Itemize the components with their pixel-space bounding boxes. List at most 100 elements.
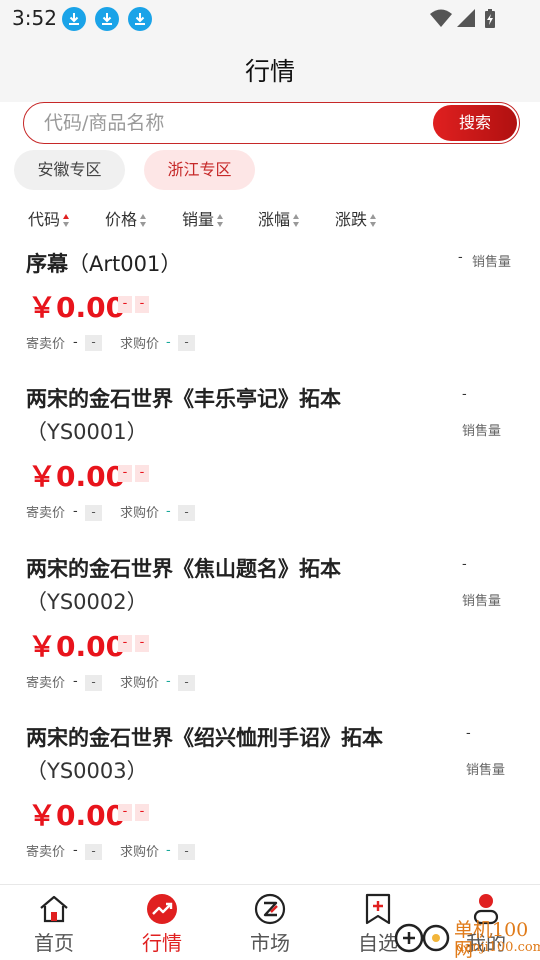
sell-price-value: - bbox=[73, 843, 78, 858]
buy-price-label: 求购价 bbox=[120, 337, 160, 352]
item-code: （YS0002） bbox=[26, 590, 148, 614]
buy-price-label: 求购价 bbox=[120, 506, 160, 521]
sort-by-change[interactable]: 涨跌 bbox=[335, 206, 377, 230]
sell-price-value: - bbox=[73, 335, 78, 350]
change-chip: - bbox=[118, 465, 132, 482]
sort-arrows-icon bbox=[63, 214, 70, 227]
item-volume: - bbox=[466, 726, 471, 741]
sort-by-price[interactable]: 价格 bbox=[105, 206, 147, 230]
sell-price-value: - bbox=[73, 674, 78, 689]
sell-price-label: 寄卖价 bbox=[26, 337, 66, 352]
item-volume: - bbox=[462, 387, 467, 402]
status-bar: 3:52 bbox=[0, 0, 540, 38]
buy-price-value: - bbox=[166, 843, 171, 858]
search-button[interactable]: 搜索 bbox=[433, 105, 517, 141]
item-name: 两宋的金石世界《焦山题名》拓本 bbox=[26, 557, 341, 581]
item-volume-label: 销售量 bbox=[462, 594, 502, 609]
status-time: 3:52 bbox=[12, 6, 57, 30]
item-price: ￥0.00 bbox=[28, 630, 126, 663]
sort-label: 涨跌 bbox=[335, 210, 368, 229]
item-code: （YS0001） bbox=[26, 420, 148, 444]
change-chip: - bbox=[118, 804, 132, 821]
nav-label: 行情 bbox=[142, 931, 182, 955]
change-chip: - bbox=[118, 296, 132, 313]
buy-price-label: 求购价 bbox=[120, 676, 160, 691]
sort-label: 销量 bbox=[182, 210, 215, 229]
item-volume: - bbox=[458, 250, 463, 265]
sort-label: 价格 bbox=[105, 210, 138, 229]
nav-home[interactable]: 首页 bbox=[0, 885, 108, 960]
item-code: （YS0003） bbox=[26, 759, 148, 783]
buy-price-label: 求购价 bbox=[120, 845, 160, 860]
item-name: 两宋的金石世界《丰乐亭记》拓本 bbox=[26, 387, 341, 411]
sort-arrows-icon bbox=[217, 214, 224, 227]
item-volume-label: 销售量 bbox=[462, 424, 502, 439]
buy-price-box: - bbox=[178, 844, 195, 860]
bookmark-icon bbox=[365, 893, 391, 925]
sell-price-box: - bbox=[85, 505, 102, 521]
watermark-url: danji100.com bbox=[456, 940, 540, 955]
download-notification-icon bbox=[128, 7, 152, 31]
buy-price-value: - bbox=[166, 674, 171, 689]
market-icon bbox=[254, 893, 286, 925]
trend-icon bbox=[147, 894, 177, 924]
sell-price-label: 寄卖价 bbox=[26, 676, 66, 691]
item-price: ￥0.00 bbox=[28, 799, 126, 832]
wifi-icon bbox=[430, 9, 452, 27]
item-volume-label: 销售量 bbox=[472, 255, 512, 270]
item-price: ￥0.00 bbox=[28, 291, 126, 324]
download-notification-icon bbox=[95, 7, 119, 31]
search-bar: 搜索 bbox=[23, 102, 520, 144]
page-title: 行情 bbox=[244, 57, 295, 86]
sell-price-box: - bbox=[85, 844, 102, 860]
app-header: 行情 bbox=[0, 38, 540, 102]
watermark-logo-icon bbox=[394, 923, 450, 953]
item-name: 序幕（Art001） bbox=[26, 252, 182, 276]
sort-label: 代码 bbox=[28, 210, 61, 229]
buy-price-value: - bbox=[166, 504, 171, 519]
change-pct-chip: - bbox=[135, 296, 149, 313]
sort-label: 涨幅 bbox=[258, 210, 291, 229]
change-chip: - bbox=[118, 635, 132, 652]
sell-price-box: - bbox=[85, 335, 102, 351]
nav-label: 首页 bbox=[34, 931, 74, 955]
sort-arrows-icon bbox=[370, 214, 377, 227]
buy-price-value: - bbox=[166, 335, 171, 350]
item-volume-label: 销售量 bbox=[466, 763, 506, 778]
zone-tab-anhui[interactable]: 安徽专区 bbox=[14, 150, 125, 190]
buy-price-box: - bbox=[178, 335, 195, 351]
list-item[interactable]: 两宋的金石世界《绍兴恤刑手诏》拓本 （YS0003） - 销售量 ￥0.00 -… bbox=[0, 721, 540, 881]
sort-arrows-icon bbox=[140, 214, 147, 227]
sort-by-volume[interactable]: 销量 bbox=[182, 206, 224, 230]
sell-price-box: - bbox=[85, 675, 102, 691]
list-item[interactable]: 两宋的金石世界《焦山题名》拓本 （YS0002） - 销售量 ￥0.00 - -… bbox=[0, 552, 540, 712]
change-pct-chip: - bbox=[135, 465, 149, 482]
system-icons bbox=[430, 8, 502, 34]
item-name: 两宋的金石世界《绍兴恤刑手诏》拓本 bbox=[26, 726, 383, 750]
item-price: ￥0.00 bbox=[28, 460, 126, 493]
home-icon bbox=[40, 895, 68, 923]
nav-market-quotes[interactable]: 行情 bbox=[108, 885, 216, 960]
change-pct-chip: - bbox=[135, 804, 149, 821]
sell-price-label: 寄卖价 bbox=[26, 506, 66, 521]
sell-price-label: 寄卖价 bbox=[26, 845, 66, 860]
zone-tab-zhejiang[interactable]: 浙江专区 bbox=[144, 150, 255, 190]
search-input[interactable] bbox=[44, 109, 424, 137]
sell-price-value: - bbox=[73, 504, 78, 519]
sort-bar: 代码 价格 销量 涨幅 涨跌 bbox=[0, 200, 540, 232]
list-item[interactable]: 序幕（Art001） - 销售量 ￥0.00 - - 寄卖价 - - 求购价 -… bbox=[0, 240, 540, 370]
item-code: （Art001） bbox=[68, 252, 182, 276]
item-volume: - bbox=[462, 557, 467, 572]
battery-icon bbox=[485, 9, 495, 28]
sort-by-code[interactable]: 代码 bbox=[28, 206, 70, 230]
nav-market[interactable]: 市场 bbox=[216, 885, 324, 960]
nav-label: 市场 bbox=[250, 931, 290, 955]
change-pct-chip: - bbox=[135, 635, 149, 652]
list-item[interactable]: 两宋的金石世界《丰乐亭记》拓本 （YS0001） - 销售量 ￥0.00 - -… bbox=[0, 382, 540, 542]
buy-price-box: - bbox=[178, 675, 195, 691]
download-notification-icon bbox=[62, 7, 86, 31]
sort-arrows-icon bbox=[293, 214, 300, 227]
buy-price-box: - bbox=[178, 505, 195, 521]
signal-icon bbox=[457, 9, 475, 27]
sort-by-change-pct[interactable]: 涨幅 bbox=[258, 206, 300, 230]
